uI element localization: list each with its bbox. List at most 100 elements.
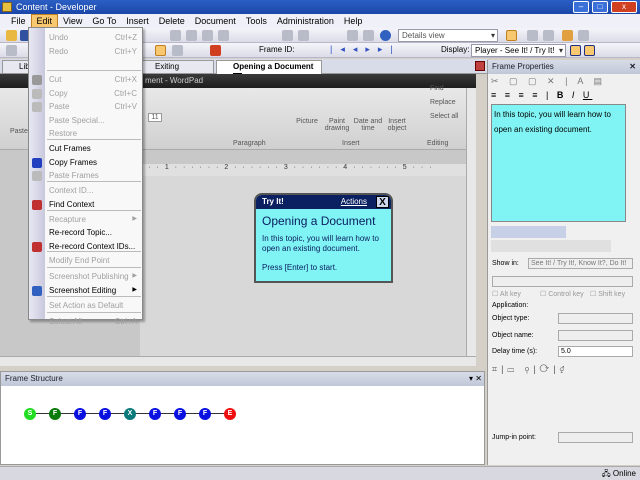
menu-administration[interactable]: Administration bbox=[272, 14, 339, 28]
frame-node[interactable]: F bbox=[49, 408, 61, 420]
minimize-button[interactable]: – bbox=[573, 1, 589, 13]
object-name-input[interactable] bbox=[558, 330, 633, 341]
help-icon[interactable] bbox=[380, 30, 391, 41]
jump-in-input[interactable] bbox=[558, 432, 633, 443]
redo-icon[interactable] bbox=[298, 30, 309, 41]
menu-item-cut-frames[interactable]: Cut Frames bbox=[49, 142, 141, 155]
key-select[interactable] bbox=[492, 276, 633, 287]
menu-separator bbox=[47, 251, 141, 252]
frame-node[interactable]: E bbox=[224, 408, 236, 420]
display-select[interactable]: Player - See It! / Try It! bbox=[471, 44, 566, 57]
view-select[interactable]: Details view bbox=[398, 29, 498, 42]
menu-item-screenshot-publishing[interactable]: Screenshot Publishing ▶ bbox=[49, 270, 141, 283]
menu-view[interactable]: View bbox=[58, 14, 87, 28]
object-type-select[interactable] bbox=[558, 313, 633, 324]
maximize-button[interactable]: □ bbox=[592, 1, 608, 13]
menu-tools[interactable]: Tools bbox=[241, 14, 272, 28]
frame-properties-label: Frame Properties bbox=[492, 62, 554, 71]
frame-navigation-arrows[interactable]: |◂◂▸▸| bbox=[330, 44, 401, 55]
menu-go-to[interactable]: Go To bbox=[87, 14, 121, 28]
menu-separator bbox=[47, 267, 141, 268]
menu-item-cut[interactable]: Cut Ctrl+X bbox=[49, 73, 141, 86]
undo-icon[interactable] bbox=[282, 30, 293, 41]
text-format-toolbar[interactable]: ≡ ≡ ≡ ≡ | B I U bbox=[491, 90, 592, 100]
frame-next-icon[interactable] bbox=[172, 45, 183, 56]
frame-node[interactable]: F bbox=[99, 408, 111, 420]
frame-node[interactable]: F bbox=[199, 408, 211, 420]
bubble-close-icon[interactable]: X bbox=[376, 196, 389, 208]
bubble-actions-link[interactable]: Actions bbox=[341, 195, 367, 209]
frame-icon[interactable] bbox=[155, 45, 166, 56]
menu-item-select-all[interactable]: Select All Ctrl+A bbox=[49, 315, 141, 328]
cut-icon[interactable] bbox=[170, 30, 181, 41]
tab-exiting-wordpad[interactable]: Exiting WordPad bbox=[138, 60, 214, 83]
refresh-icon[interactable] bbox=[578, 30, 589, 41]
panel-close-icon[interactable]: ✕ bbox=[629, 60, 636, 74]
menu-item-paste[interactable]: Paste Ctrl+V bbox=[49, 100, 141, 113]
menu-item-undo[interactable]: Undo Ctrl+Z bbox=[49, 31, 141, 44]
menu-item-recapture[interactable]: Recapture ▶ bbox=[49, 213, 141, 226]
list-view-icon[interactable] bbox=[527, 30, 538, 41]
menu-delete[interactable]: Delete bbox=[154, 14, 190, 28]
screenshot-horizontal-scrollbar[interactable] bbox=[0, 356, 476, 366]
paste-icon[interactable] bbox=[202, 30, 213, 41]
alt-key-checkbox[interactable]: ☐ Alt key bbox=[492, 290, 521, 298]
app-icon bbox=[2, 2, 12, 12]
menu-insert[interactable]: Insert bbox=[121, 14, 154, 28]
menu-item-label: Paste Frames bbox=[49, 171, 99, 180]
record-icon[interactable] bbox=[6, 45, 17, 56]
menu-item-re-record-topic[interactable]: Re-record Topic... bbox=[49, 226, 141, 239]
menu-item-label: Restore bbox=[49, 129, 78, 138]
menu-item-label: Find Context bbox=[49, 200, 95, 209]
split-view-icon[interactable] bbox=[543, 30, 554, 41]
menu-document[interactable]: Document bbox=[190, 14, 241, 28]
panel-pin-icon[interactable]: ▾ ✕ bbox=[469, 374, 482, 383]
menu-item-context-id[interactable]: Context ID... bbox=[49, 184, 141, 197]
delete-icon[interactable] bbox=[218, 30, 229, 41]
menu-edit[interactable]: Edit bbox=[30, 14, 59, 28]
tab-opening-a-document[interactable]: Opening a Document X bbox=[216, 60, 322, 84]
shift-key-checkbox[interactable]: ☐ Shift key bbox=[590, 290, 625, 298]
control-key-checkbox[interactable]: ☐ Control key bbox=[540, 290, 584, 298]
frame-type-icons[interactable] bbox=[491, 226, 566, 238]
frame-node[interactable]: X bbox=[124, 408, 136, 420]
bubble-text-editor[interactable]: In this topic, you will learn how to ope… bbox=[491, 104, 626, 222]
open-icon[interactable] bbox=[6, 30, 17, 41]
group-editing: Editing bbox=[427, 140, 449, 147]
menu-file[interactable]: File bbox=[6, 14, 31, 28]
bubble-icon[interactable] bbox=[570, 45, 581, 56]
screenshot-vertical-scrollbar[interactable] bbox=[466, 88, 476, 356]
find-icon[interactable] bbox=[347, 30, 358, 41]
menu-item-set-action-as-default[interactable]: Set Action as Default bbox=[49, 299, 141, 312]
menu-separator bbox=[47, 70, 141, 71]
stop-icon[interactable] bbox=[210, 45, 221, 56]
menu-item-label: Paste Special... bbox=[49, 116, 105, 125]
show-in-select[interactable]: See It! / Try It!, Know It?, Do It! bbox=[528, 258, 633, 269]
frame-node[interactable]: S bbox=[24, 408, 36, 420]
print-preview-icon[interactable] bbox=[584, 45, 595, 56]
application-label: Application: bbox=[492, 302, 529, 309]
spell-icon[interactable] bbox=[363, 30, 374, 41]
menu-item-label: Undo bbox=[49, 33, 69, 42]
target-icons[interactable]: ⌗|▭ ⚲|⟳|⚥ bbox=[492, 364, 568, 375]
menu-separator bbox=[47, 181, 141, 182]
copy-icon[interactable] bbox=[186, 30, 197, 41]
menu-item-modify-end-point[interactable]: Modify End Point bbox=[49, 254, 141, 267]
menu-help[interactable]: Help bbox=[339, 14, 368, 28]
frame-node[interactable]: F bbox=[74, 408, 86, 420]
text-edit-toolbar[interactable]: ✂ ▢ ▢ ✕ | A ▤ bbox=[491, 76, 606, 87]
close-document-icon[interactable] bbox=[475, 61, 485, 71]
action-icons[interactable] bbox=[491, 240, 611, 252]
menu-item-copy-frames[interactable]: Copy Frames bbox=[49, 156, 141, 169]
paste-label: Paste bbox=[10, 128, 28, 135]
properties-icon[interactable] bbox=[562, 30, 573, 41]
delay-select[interactable]: 5.0 bbox=[558, 346, 633, 357]
details-view-icon[interactable] bbox=[506, 30, 517, 41]
menu-item-paste-special[interactable]: Paste Special... bbox=[49, 114, 141, 127]
frame-node[interactable]: F bbox=[149, 408, 161, 420]
menu-item-redo[interactable]: Redo Ctrl+Y bbox=[49, 45, 141, 58]
close-button[interactable]: x bbox=[611, 1, 637, 13]
menu-item-copy[interactable]: Copy Ctrl+C bbox=[49, 87, 141, 100]
frame-node[interactable]: F bbox=[174, 408, 186, 420]
display-label: Display: bbox=[441, 45, 470, 54]
